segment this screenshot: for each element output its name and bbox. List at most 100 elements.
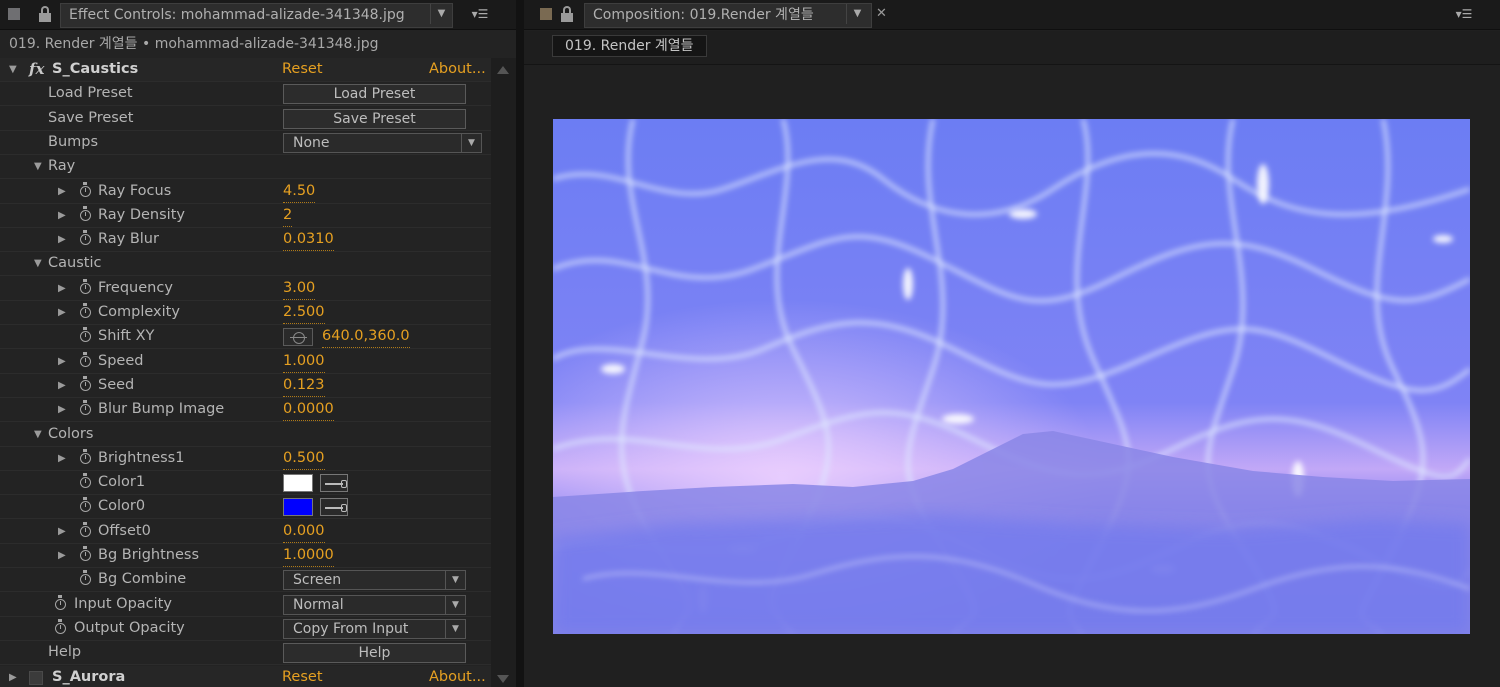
crosshair-point-icon[interactable] xyxy=(283,328,313,347)
composition-name-tab[interactable]: 019. Render 계열들 xyxy=(552,35,707,57)
param-value-ray-blur[interactable]: 0.0310 xyxy=(283,228,334,252)
input-opacity-select[interactable]: Normal ▼ xyxy=(283,594,466,615)
tab-dropdown-arrow-icon[interactable]: ▼ xyxy=(430,4,452,24)
param-value-bg-brightness[interactable]: 1.0000 xyxy=(283,544,334,567)
param-row-offset0: ▶ Offset0 0.000 xyxy=(0,520,491,544)
group-twirl-arrow-icon[interactable]: ▼ xyxy=(34,252,46,275)
composition-viewer[interactable] xyxy=(553,119,1470,634)
group-twirl-arrow-icon[interactable]: ▼ xyxy=(34,155,46,178)
param-twirl-arrow-icon[interactable]: ▶ xyxy=(58,544,70,567)
stopwatch-icon[interactable] xyxy=(80,473,91,489)
param-twirl-arrow-icon[interactable]: ▶ xyxy=(58,374,70,397)
stopwatch-icon[interactable] xyxy=(80,570,91,586)
param-twirl-arrow-icon[interactable]: ▶ xyxy=(58,301,70,324)
param-value-seed[interactable]: 0.123 xyxy=(283,374,325,397)
bg-combine-select[interactable]: Screen ▼ xyxy=(283,570,466,591)
stopwatch-icon[interactable] xyxy=(80,327,91,343)
param-twirl-arrow-icon[interactable]: ▶ xyxy=(58,520,70,543)
param-row-speed: ▶ Speed 1.000 xyxy=(0,350,491,374)
panel-menu-icon[interactable]: ▾☰ xyxy=(470,6,490,22)
param-twirl-arrow-icon[interactable]: ▶ xyxy=(58,180,70,203)
stopwatch-icon[interactable] xyxy=(80,375,91,391)
stopwatch-icon[interactable] xyxy=(80,205,91,221)
panel-menu-icon[interactable]: ▾☰ xyxy=(1454,6,1474,22)
stopwatch-icon[interactable] xyxy=(80,546,91,561)
param-value-blur-bump-image[interactable]: 0.0000 xyxy=(283,398,334,422)
reset-link[interactable]: Reset xyxy=(282,666,323,687)
param-twirl-arrow-icon[interactable]: ▶ xyxy=(58,350,70,373)
tab-effect-controls[interactable]: Effect Controls: mohammad-alizade-341348… xyxy=(60,3,453,28)
param-label: Complexity xyxy=(98,304,180,320)
lock-icon[interactable] xyxy=(38,6,52,22)
param-value-brightness1[interactable]: 0.500 xyxy=(283,447,325,470)
effect-controls-scrollbar[interactable] xyxy=(491,58,516,687)
stopwatch-icon[interactable] xyxy=(80,400,91,416)
param-twirl-arrow-icon[interactable]: ▶ xyxy=(58,447,70,470)
save-preset-button[interactable]: Save Preset xyxy=(283,108,466,129)
panel-divider[interactable] xyxy=(516,0,524,687)
tab-composition[interactable]: Composition: 019.Render 계열들 xyxy=(584,3,872,28)
scroll-up-arrow-icon[interactable] xyxy=(497,66,509,74)
param-row-complexity: ▶ Complexity 2.500 xyxy=(0,301,491,325)
param-value-ray-density[interactable]: 2 xyxy=(283,204,293,227)
effect-name: S_Aurora xyxy=(52,668,126,685)
fx-toggle-icon[interactable] xyxy=(29,670,43,685)
param-value-ray-focus[interactable]: 4.50 xyxy=(283,180,316,203)
about-link[interactable]: About... xyxy=(429,666,486,687)
load-preset-button[interactable]: Load Preset xyxy=(283,84,466,105)
color1-color-swatch[interactable] xyxy=(283,474,313,493)
stopwatch-icon[interactable] xyxy=(80,497,91,513)
panel-grip-icon[interactable] xyxy=(8,8,20,20)
bumps-select[interactable]: None ▼ xyxy=(283,132,482,153)
composition-panel: Composition: 019.Render 계열들 ▼ ✕ ▾☰ 019. … xyxy=(524,0,1500,687)
twirl-arrow-icon[interactable]: ▼ xyxy=(9,58,21,81)
chevron-down-icon[interactable]: ▼ xyxy=(461,133,481,152)
param-value-speed[interactable]: 1.000 xyxy=(283,350,325,373)
scroll-down-arrow-icon[interactable] xyxy=(497,675,509,683)
param-twirl-arrow-icon[interactable]: ▶ xyxy=(58,228,70,251)
param-value-complexity[interactable]: 2.500 xyxy=(283,301,325,324)
help-button[interactable]: Help xyxy=(283,643,466,664)
about-link[interactable]: About... xyxy=(429,58,486,81)
param-row-bumps: Bumps None ▼ xyxy=(0,131,491,155)
param-row-ray-density: ▶ Ray Density 2 xyxy=(0,204,491,228)
stopwatch-icon[interactable] xyxy=(80,448,91,464)
stopwatch-icon[interactable] xyxy=(80,181,91,197)
param-row-bg-combine: Bg Combine Screen ▼ xyxy=(0,568,491,593)
group-twirl-arrow-icon[interactable]: ▼ xyxy=(34,423,46,446)
output-opacity-select[interactable]: Copy From Input ▼ xyxy=(283,618,466,639)
param-twirl-arrow-icon[interactable]: ▶ xyxy=(58,204,70,227)
stopwatch-icon[interactable] xyxy=(80,278,91,294)
chevron-down-icon[interactable]: ▼ xyxy=(445,595,465,614)
fx-toggle-icon[interactable]: fx xyxy=(29,58,44,81)
composition-grip-icon[interactable] xyxy=(540,8,552,20)
param-row-brightness1: ▶ Brightness1 0.500 xyxy=(0,447,491,471)
eyedropper-icon[interactable] xyxy=(320,498,348,517)
chevron-down-icon[interactable]: ▼ xyxy=(445,619,465,638)
stopwatch-icon[interactable] xyxy=(55,618,66,634)
reset-link[interactable]: Reset xyxy=(282,58,323,81)
param-value-shift-xy[interactable]: 640.0,360.0 xyxy=(322,325,410,349)
stopwatch-icon[interactable] xyxy=(80,351,91,367)
effect-controls-tabbar: Effect Controls: mohammad-alizade-341348… xyxy=(0,0,516,30)
param-label: Brightness1 xyxy=(98,449,185,466)
twirl-arrow-icon[interactable]: ▶ xyxy=(9,666,21,687)
color0-color-swatch[interactable] xyxy=(283,498,313,517)
param-label: Input Opacity xyxy=(74,595,172,612)
chevron-down-icon[interactable]: ▼ xyxy=(445,571,465,590)
param-twirl-arrow-icon[interactable]: ▶ xyxy=(58,398,70,421)
stopwatch-icon[interactable] xyxy=(80,230,91,246)
param-value-frequency[interactable]: 3.00 xyxy=(283,277,316,300)
param-label: Color1 xyxy=(98,474,146,491)
close-icon[interactable]: ✕ xyxy=(876,6,887,22)
param-row-shift-xy: Shift XY 640.0,360.0 xyxy=(0,325,491,350)
param-twirl-arrow-icon[interactable]: ▶ xyxy=(58,277,70,300)
lock-icon[interactable] xyxy=(560,6,574,22)
tab-dropdown-arrow-icon[interactable]: ▼ xyxy=(846,4,868,24)
param-value-offset0[interactable]: 0.000 xyxy=(283,520,325,543)
param-row-ray-focus: ▶ Ray Focus 4.50 xyxy=(0,180,491,204)
eyedropper-icon[interactable] xyxy=(320,474,348,493)
stopwatch-icon[interactable] xyxy=(80,521,91,537)
stopwatch-icon[interactable] xyxy=(80,303,91,318)
stopwatch-icon[interactable] xyxy=(55,594,66,610)
